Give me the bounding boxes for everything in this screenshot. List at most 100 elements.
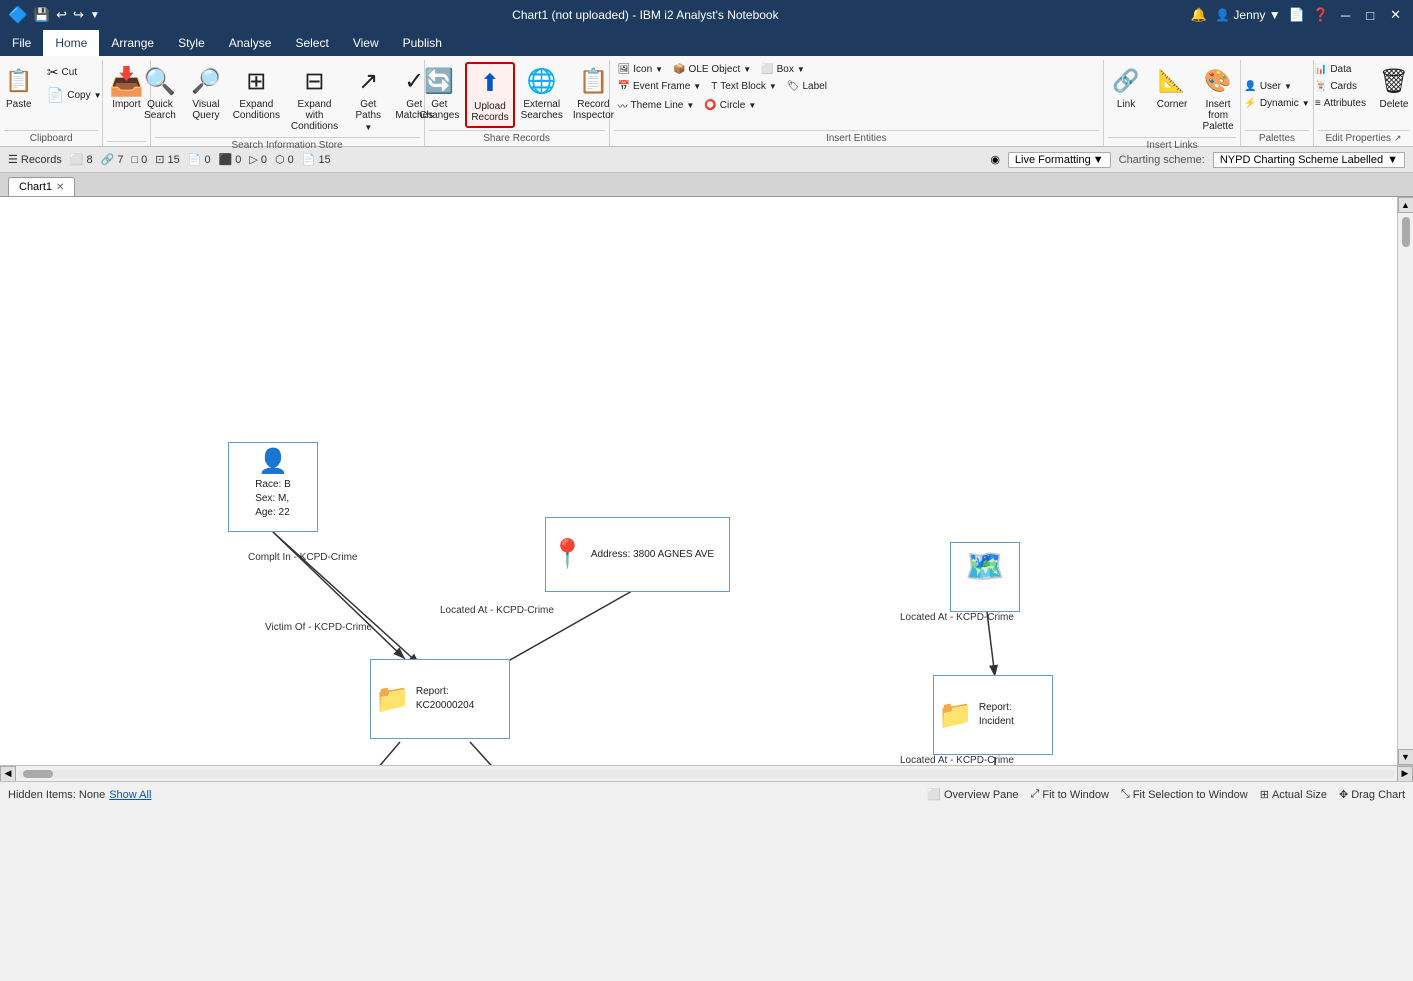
- node-location3[interactable]: 🗺️: [950, 542, 1020, 612]
- ole-dropdown-arrow[interactable]: ▼: [743, 65, 751, 74]
- circle-dropdown-arrow[interactable]: ▼: [748, 101, 756, 110]
- window-title: Chart1 (not uploaded) - IBM i2 Analyst's…: [512, 8, 778, 22]
- ole-object-button[interactable]: 📦 OLE Object ▼: [669, 62, 755, 77]
- circle-icon: ⭕: [704, 100, 716, 111]
- paste-icon: 📋: [3, 65, 35, 97]
- expand-with-button[interactable]: ⊟ Expand withConditions: [285, 62, 345, 135]
- menu-select[interactable]: Select: [283, 30, 340, 56]
- event-frame-button[interactable]: 📅 Event Frame ▼: [614, 79, 706, 94]
- live-formatting-button[interactable]: Live Formatting ▼: [1008, 152, 1111, 168]
- text-block-button[interactable]: T Text Block ▼: [707, 79, 781, 94]
- cut-button[interactable]: ✂ Cut: [43, 62, 106, 83]
- menu-arrange[interactable]: Arrange: [99, 30, 166, 56]
- node-report1[interactable]: 📁 Report: KC20000204: [370, 659, 510, 739]
- vscroll-down[interactable]: ▼: [1398, 749, 1413, 765]
- quick-access-more[interactable]: ▼: [90, 10, 100, 21]
- dynamic-button[interactable]: ⚡ Dynamic ▼: [1240, 96, 1313, 111]
- document-icon[interactable]: 📄: [1289, 7, 1305, 23]
- box-button[interactable]: ⬜ Box ▼: [757, 62, 809, 77]
- vscrollbar[interactable]: ▲ ▼: [1397, 197, 1413, 765]
- live-formatting-arrow[interactable]: ▼: [1093, 154, 1104, 166]
- cards-button[interactable]: 🃏 Cards: [1311, 79, 1370, 94]
- delete-button[interactable]: 🗑 Delete: [1372, 62, 1413, 113]
- status-count6: ⬛ 0: [219, 153, 242, 166]
- overview-pane-button[interactable]: ⬜ Overview Pane: [927, 788, 1018, 801]
- icon-dropdown-arrow[interactable]: ▼: [655, 65, 663, 74]
- expand-label: ExpandConditions: [233, 99, 280, 121]
- data-button[interactable]: 📊 Data: [1311, 62, 1370, 77]
- node-address1[interactable]: 📍 Address: 3800 AGNES AVE: [545, 517, 730, 592]
- event-frame-dropdown-arrow[interactable]: ▼: [693, 82, 701, 91]
- hscroll-left[interactable]: ◀: [0, 766, 16, 782]
- actual-size-button[interactable]: ⊞ Actual Size: [1260, 788, 1327, 801]
- theme-line-button[interactable]: 〰 Theme Line ▼: [614, 96, 699, 115]
- quick-access-undo[interactable]: ↩: [56, 7, 67, 23]
- fit-to-window-button[interactable]: ⤢ Fit to Window: [1031, 788, 1109, 801]
- expand-button[interactable]: ⊞ ExpandConditions: [230, 62, 283, 124]
- tab-close-button[interactable]: ✕: [56, 182, 64, 193]
- get-changes-label: GetChanges: [419, 99, 459, 121]
- get-changes-button[interactable]: 🔄 GetChanges: [415, 62, 463, 124]
- visual-query-button[interactable]: 🔎 VisualQuery: [184, 62, 228, 124]
- close-btn[interactable]: ✕: [1386, 5, 1405, 25]
- help-icon[interactable]: ❓: [1313, 7, 1329, 23]
- quick-search-button[interactable]: 🔍 QuickSearch: [138, 62, 182, 124]
- vscroll-up[interactable]: ▲: [1398, 197, 1413, 213]
- icon-dropdown-button[interactable]: 🖼 Icon ▼: [614, 62, 668, 77]
- get-paths-dropdown[interactable]: ▼: [364, 123, 372, 132]
- user-palette-dropdown[interactable]: ▼: [1284, 82, 1292, 91]
- count3-value: 0: [141, 154, 147, 166]
- quick-access-save[interactable]: 💾: [34, 7, 50, 23]
- menu-analyse[interactable]: Analyse: [217, 30, 284, 56]
- link-button[interactable]: 🔗 Link: [1104, 62, 1148, 113]
- copy-button[interactable]: 📄 Copy ▼: [43, 85, 106, 106]
- external-searches-button[interactable]: 🌐 ExternalSearches: [517, 62, 567, 124]
- link-label: Link: [1117, 99, 1135, 110]
- canvas-area[interactable]: Complt In - KCPD-Crime Victim Of - KCPD-…: [0, 197, 1397, 791]
- paste-button[interactable]: 📋 Paste: [0, 62, 41, 113]
- count5-icon: 📄: [188, 153, 202, 166]
- ribbon-group-clipboard: 📋 Paste ✂ Cut 📄 Copy ▼ Clipboard: [0, 60, 103, 146]
- node-report2[interactable]: 📁 Report: Incident: [933, 675, 1053, 755]
- copy-dropdown[interactable]: ▼: [94, 91, 102, 100]
- vscroll-thumb[interactable]: [1402, 217, 1410, 247]
- box-icon: ⬜: [761, 64, 773, 75]
- drag-chart-button[interactable]: ✥ Drag Chart: [1339, 788, 1405, 801]
- maximize-btn[interactable]: □: [1362, 6, 1378, 25]
- label-button[interactable]: 🏷 Label: [783, 79, 831, 94]
- quick-access-redo[interactable]: ↪: [73, 7, 84, 23]
- hscroll-thumb[interactable]: [23, 770, 53, 778]
- hscrollbar[interactable]: ◀ ▶: [0, 765, 1413, 781]
- text-block-dropdown-arrow[interactable]: ▼: [769, 82, 777, 91]
- theme-line-dropdown-arrow[interactable]: ▼: [686, 101, 694, 110]
- titlebar: 🔷 💾 ↩ ↪ ▼ Chart1 (not uploaded) - IBM i2…: [0, 0, 1413, 30]
- hscroll-right[interactable]: ▶: [1397, 766, 1413, 782]
- user-menu[interactable]: 👤 Jenny ▼: [1215, 8, 1281, 22]
- user-palette-button[interactable]: 👤 User ▼: [1240, 79, 1296, 94]
- circle-button[interactable]: ⭕ Circle ▼: [700, 96, 760, 115]
- node-person1[interactable]: 👤 Race: BSex: M,Age: 22: [228, 442, 318, 532]
- upload-records-button[interactable]: ⬆ UploadRecords: [465, 62, 514, 128]
- count8-icon: ⬡: [275, 153, 285, 166]
- box-dropdown-arrow[interactable]: ▼: [797, 65, 805, 74]
- dynamic-dropdown[interactable]: ▼: [1302, 99, 1310, 108]
- status-count1: ⬜ 8: [70, 153, 93, 166]
- charting-scheme-arrow[interactable]: ▼: [1387, 154, 1398, 166]
- get-paths-button[interactable]: ↗ GetPaths ▼: [346, 62, 390, 135]
- charting-scheme-value-box[interactable]: NYPD Charting Scheme Labelled ▼: [1213, 152, 1405, 168]
- notification-icon[interactable]: 🔔: [1191, 7, 1207, 23]
- minimize-btn[interactable]: ─: [1337, 6, 1354, 25]
- fit-selection-button[interactable]: ⤡ Fit Selection to Window: [1121, 788, 1248, 801]
- attributes-button[interactable]: ≡ Attributes: [1311, 96, 1370, 111]
- menu-publish[interactable]: Publish: [391, 30, 454, 56]
- show-all-button[interactable]: Show All: [109, 789, 151, 801]
- menu-style[interactable]: Style: [166, 30, 217, 56]
- links-group-label: Insert Links: [1108, 137, 1236, 151]
- menu-view[interactable]: View: [341, 30, 391, 56]
- menu-file[interactable]: File: [0, 30, 43, 56]
- tab-chart1[interactable]: Chart1 ✕: [8, 177, 75, 196]
- hscroll-track[interactable]: [18, 770, 1395, 778]
- menu-home[interactable]: Home: [43, 30, 99, 56]
- corner-button[interactable]: 📐 Corner: [1150, 62, 1194, 113]
- insert-from-palette-button[interactable]: 🎨 Insert fromPalette: [1196, 62, 1240, 135]
